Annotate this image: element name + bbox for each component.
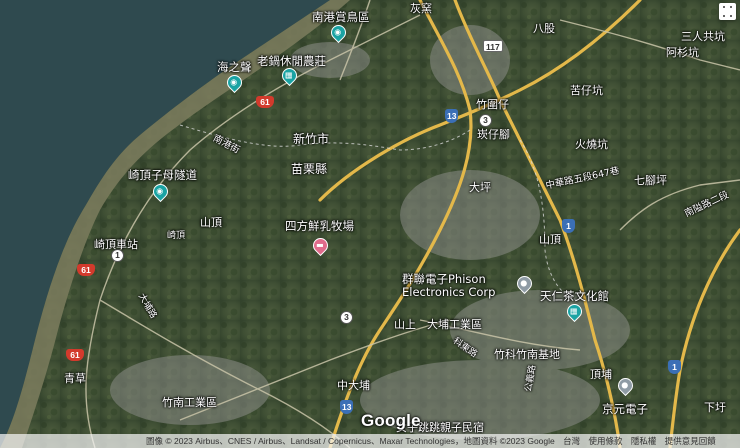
station-label: 崎頂車站 [94,238,138,251]
place-label: 竹圍仔 [476,98,509,111]
privacy-link[interactable]: 隱私權 [631,436,657,446]
poi-nangang-birdwatch[interactable]: 南港賞鳥區 [312,10,370,24]
poi-phison-line2: Electronics Corp [402,285,496,299]
place-label: 三人共坑 [681,30,725,43]
city-label: 新竹市 [293,132,330,146]
route-shield-3: 3 [479,114,492,127]
place-label: 竹南工業區 [162,396,217,409]
poi-sifang-dairy[interactable]: 四方鮮乳牧場 [285,219,354,233]
route-shield-1: 1 [668,360,681,374]
place-label: 大坪 [469,181,491,194]
place-label: 竹科竹南基地 [494,348,560,361]
place-label: 灰窯 [410,2,432,15]
place-label: 苦仔坑 [570,84,603,97]
place-label: 山上 [394,318,416,331]
poi-laoguo-farm[interactable]: 老鍋休閒農莊 [257,54,326,68]
place-label: 中大埔 [337,379,370,392]
feedback-link[interactable]: 提供意見回饋 [665,436,716,446]
poi-qiding-tunnel[interactable]: 崎頂子母隧道 [128,168,197,182]
poi-kyec[interactable]: 京元電子 [602,402,648,416]
route-shield-61: 61 [256,96,274,108]
county-label: 苗栗縣 [291,162,328,176]
attribution-text: 圖像 © 2023 Airbus、CNES / Airbus、Landsat /… [146,436,555,446]
route-shield-1: 1 [562,219,575,233]
place-label: 頂埔 [590,368,612,381]
place-label: 大埔工業區 [427,318,482,331]
route-shield-13: 13 [340,400,353,414]
place-label: 阿杉坑 [666,46,699,59]
poi-haizhisheng[interactable]: 海之聲 [217,60,252,74]
place-label: 山頂 [200,216,222,229]
route-shield-13: 13 [445,109,458,123]
place-label: 青草 [64,372,86,385]
attribution-bar: 圖像 © 2023 Airbus、CNES / Airbus、Landsat /… [0,434,740,448]
map-controls-button[interactable] [719,3,736,20]
google-logo: Google [361,411,421,430]
route-shield-61: 61 [77,264,95,276]
poi-tenren-tea[interactable]: 天仁茶文化館 [540,289,609,303]
terms-link[interactable]: 使用條款 [589,436,623,446]
place-label: 七腳坪 [634,174,667,187]
route-shield-3: 3 [340,311,353,324]
poi-phison-line1: 群聯電子Phison [402,272,486,286]
place-label: 山頂 [539,233,561,246]
poi-phison[interactable]: 群聯電子Phison Electronics Corp [402,273,495,299]
place-label: 下圩 [704,401,726,414]
route-shield-61: 61 [66,349,84,361]
place-label: 火燒坑 [575,138,608,151]
place-label: 八股 [533,22,555,35]
place-label: 崎頂 [167,231,186,241]
country-label: 台灣 [563,436,581,446]
place-label: 崁仔腳 [477,128,510,141]
route-shield-117: 117 [483,40,503,52]
